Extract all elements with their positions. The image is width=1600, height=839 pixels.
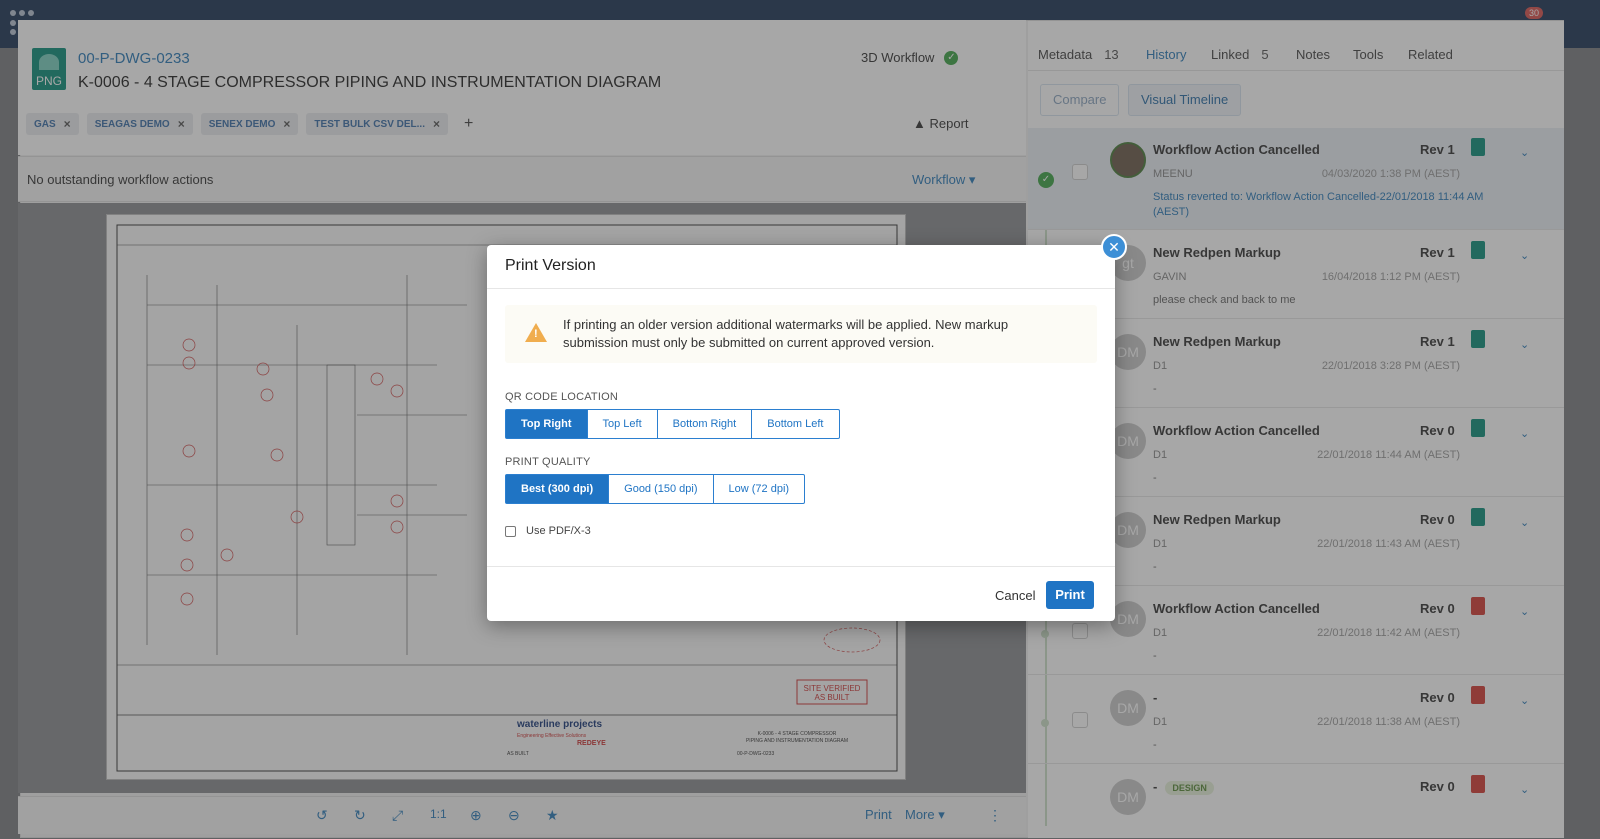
print-version-dialog: Print Version ! If printing an older ver… <box>487 245 1115 621</box>
pdfx-option[interactable]: Use PDF/X-3 <box>505 525 591 537</box>
print-confirm-button[interactable]: Print <box>1046 581 1094 609</box>
qr-top-right-option[interactable]: Top Right <box>505 409 588 439</box>
qr-bottom-right-option[interactable]: Bottom Right <box>656 409 753 439</box>
divider <box>487 288 1115 289</box>
qr-bottom-left-option[interactable]: Bottom Left <box>751 409 840 439</box>
qr-location-label: QR CODE LOCATION <box>505 391 619 403</box>
close-icon[interactable]: ✕ <box>1101 234 1127 260</box>
dialog-title: Print Version <box>505 257 596 274</box>
warning-alert: ! If printing an older version additiona… <box>505 305 1097 363</box>
divider <box>487 566 1115 567</box>
quality-good-option[interactable]: Good (150 dpi) <box>608 474 714 504</box>
quality-low-option[interactable]: Low (72 dpi) <box>712 474 806 504</box>
pdfx-checkbox[interactable] <box>505 525 516 537</box>
warning-icon-mark: ! <box>534 328 538 340</box>
quality-best-option[interactable]: Best (300 dpi) <box>505 474 610 504</box>
print-quality-label: PRINT QUALITY <box>505 456 591 468</box>
cancel-button[interactable]: Cancel <box>995 588 1035 603</box>
qr-location-options: Top Right Top Left Bottom Right Bottom L… <box>505 409 840 439</box>
qr-top-left-option[interactable]: Top Left <box>586 409 658 439</box>
alert-text: If printing an older version additional … <box>563 317 1009 350</box>
pdfx-label: Use PDF/X-3 <box>526 525 591 537</box>
print-quality-options: Best (300 dpi) Good (150 dpi) Low (72 dp… <box>505 474 806 504</box>
